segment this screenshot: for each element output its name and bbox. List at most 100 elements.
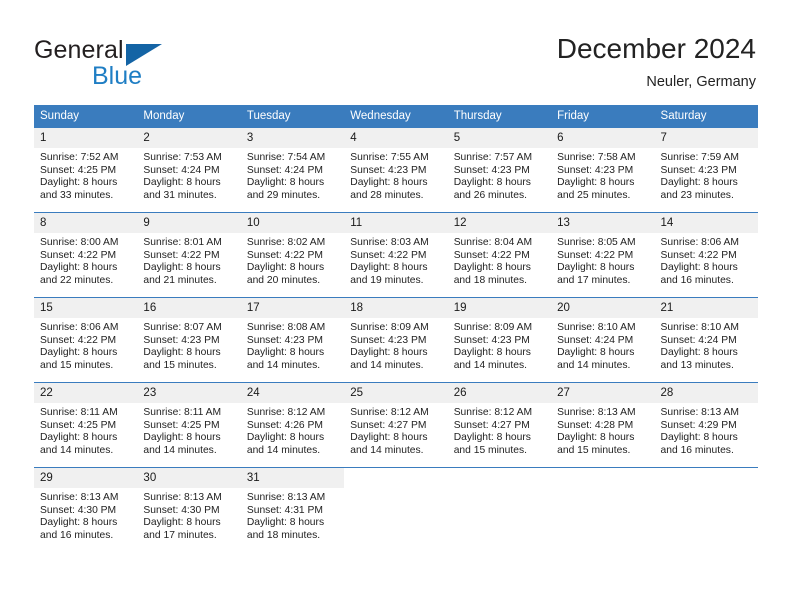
calendar-day-cell[interactable]: 24 Sunrise: 8:12 AM Sunset: 4:26 PM Dayligh… (240, 382, 345, 468)
calendar-day-cell[interactable]: 15 Sunrise: 8:06 AM Sunset: 4:22 PM Dayligh… (34, 297, 138, 383)
calendar-day-cell[interactable]: 19 Sunrise: 8:09 AM Sunset: 4:23 PM Dayligh… (447, 297, 552, 383)
sunset-text: Sunset: 4:24 PM (246, 164, 323, 176)
calendar-day-cell[interactable]: 6 Sunrise: 7:58 AM Sunset: 4:23 PM Daylight… (551, 128, 655, 213)
sunset-text: Sunset: 4:22 PM (453, 249, 530, 261)
calendar-day-cell[interactable]: 26 Sunrise: 8:12 AM Sunset: 4:27 PM Dayligh… (447, 382, 552, 468)
calendar-day-cell[interactable]: 9 Sunrise: 8:01 AM Sunset: 4:22 PM Daylight… (137, 212, 241, 298)
sunset-text: Sunset: 4:28 PM (557, 419, 634, 431)
day-number: 7 (654, 128, 758, 148)
calendar-day-cell[interactable]: 21 Sunrise: 8:10 AM Sunset: 4:24 PM Dayligh… (654, 297, 758, 383)
daylight-text: Daylight: 8 hours (557, 262, 635, 274)
weekday-header-thursday: Thursday (447, 105, 552, 128)
calendar-day-cell-empty (447, 467, 552, 552)
day-details: Sunrise: 8:13 AM Sunset: 4:29 PM Daylight:… (655, 403, 758, 457)
day-cell-inner: 18 Sunrise: 8:09 AM Sunset: 4:23 PM Dayligh… (344, 298, 448, 382)
day-details: Sunrise: 8:11 AM Sunset: 4:25 PM Daylight:… (137, 403, 240, 457)
calendar-day-cell[interactable]: 25 Sunrise: 8:12 AM Sunset: 4:27 PM Dayligh… (344, 382, 448, 468)
sunset-text: Sunset: 4:25 PM (40, 419, 117, 431)
daylight-text: Daylight: 8 hours (246, 262, 325, 274)
day-cell-inner (551, 468, 655, 552)
day-number: 6 (551, 128, 655, 148)
day-details: Sunrise: 8:08 AM Sunset: 4:23 PM Daylight:… (241, 318, 344, 372)
weekday-header-tuesday: Tuesday (240, 105, 345, 128)
daylight-text: Daylight: 8 hours (246, 177, 325, 189)
daylight-text: and 21 minutes. (143, 274, 217, 286)
day-number: 19 (447, 298, 552, 318)
calendar-day-cell[interactable]: 16 Sunrise: 8:07 AM Sunset: 4:23 PM Dayligh… (137, 297, 241, 383)
calendar-day-cell[interactable]: 8 Sunrise: 8:00 AM Sunset: 4:22 PM Daylight… (34, 212, 138, 298)
sunset-text: Sunset: 4:22 PM (557, 249, 634, 261)
calendar-day-cell[interactable]: 22 Sunrise: 8:11 AM Sunset: 4:25 PM Dayligh… (34, 382, 138, 468)
calendar-day-cell[interactable]: 20 Sunrise: 8:10 AM Sunset: 4:24 PM Dayligh… (551, 297, 655, 383)
sunset-text: Sunset: 4:30 PM (143, 504, 220, 516)
sunrise-text: Sunrise: 8:06 AM (660, 237, 739, 248)
daylight-text: Daylight: 8 hours (660, 432, 738, 444)
sunset-text: Sunset: 4:31 PM (246, 504, 323, 516)
sunset-text: Sunset: 4:23 PM (246, 334, 323, 346)
calendar-day-cell[interactable]: 13 Sunrise: 8:05 AM Sunset: 4:22 PM Dayligh… (551, 212, 655, 298)
sunrise-text: Sunrise: 8:06 AM (40, 322, 119, 333)
daylight-text: and 29 minutes. (246, 189, 321, 201)
sunset-text: Sunset: 4:27 PM (350, 419, 427, 431)
sunrise-text: Sunrise: 8:01 AM (143, 237, 222, 248)
daylight-text: and 14 minutes. (453, 359, 527, 371)
day-details: Sunrise: 8:13 AM Sunset: 4:30 PM Daylight:… (137, 488, 240, 542)
sunrise-text: Sunrise: 7:57 AM (453, 152, 533, 163)
day-number: 10 (240, 213, 345, 233)
calendar-day-cell[interactable]: 4 Sunrise: 7:55 AM Sunset: 4:23 PM Daylight… (344, 128, 448, 213)
day-cell-inner (344, 468, 448, 552)
day-details: Sunrise: 7:58 AM Sunset: 4:23 PM Daylight:… (551, 148, 654, 202)
daylight-text: and 15 minutes. (40, 359, 114, 371)
calendar-day-cell[interactable]: 10 Sunrise: 8:02 AM Sunset: 4:22 PM Dayligh… (240, 212, 345, 298)
day-number: 8 (34, 213, 138, 233)
calendar-day-cell[interactable]: 27 Sunrise: 8:13 AM Sunset: 4:28 PM Dayligh… (551, 382, 655, 468)
daylight-text: and 14 minutes. (40, 444, 114, 456)
day-details: Sunrise: 8:09 AM Sunset: 4:23 PM Daylight:… (448, 318, 551, 372)
calendar-day-cell[interactable]: 23 Sunrise: 8:11 AM Sunset: 4:25 PM Dayligh… (137, 382, 241, 468)
sunrise-text: Sunrise: 7:54 AM (246, 152, 326, 163)
sunset-text: Sunset: 4:29 PM (660, 419, 737, 431)
day-number: 17 (240, 298, 345, 318)
calendar-day-cell[interactable]: 14 Sunrise: 8:06 AM Sunset: 4:22 PM Dayligh… (654, 212, 758, 298)
sunrise-text: Sunrise: 8:13 AM (557, 407, 636, 418)
calendar-day-cell[interactable]: 5 Sunrise: 7:57 AM Sunset: 4:23 PM Daylight… (447, 128, 552, 213)
calendar-day-cell[interactable]: 29 Sunrise: 8:13 AM Sunset: 4:30 PM Dayligh… (34, 467, 138, 552)
calendar-day-cell[interactable]: 18 Sunrise: 8:09 AM Sunset: 4:23 PM Dayligh… (344, 297, 448, 383)
sunrise-text: Sunrise: 8:13 AM (246, 492, 326, 503)
calendar-week-row: 1 Sunrise: 7:52 AM Sunset: 4:25 PM Daylight… (34, 128, 758, 213)
sunrise-text: Sunrise: 8:13 AM (143, 492, 222, 503)
general-blue-logo[interactable]: General Blue (34, 36, 264, 90)
daylight-text: and 18 minutes. (246, 529, 321, 541)
calendar-day-cell[interactable]: 7 Sunrise: 7:59 AM Sunset: 4:23 PM Daylight… (654, 128, 758, 213)
sunrise-text: Sunrise: 7:53 AM (143, 152, 222, 163)
sunset-text: Sunset: 4:22 PM (40, 334, 117, 346)
day-number: 30 (137, 468, 241, 488)
calendar-day-cell[interactable]: 31 Sunrise: 8:13 AM Sunset: 4:31 PM Dayligh… (240, 467, 345, 552)
day-cell-inner: 31 Sunrise: 8:13 AM Sunset: 4:31 PM Dayligh… (240, 468, 345, 552)
calendar-day-cell[interactable]: 12 Sunrise: 8:04 AM Sunset: 4:22 PM Dayligh… (447, 212, 552, 298)
calendar-day-cell[interactable]: 1 Sunrise: 7:52 AM Sunset: 4:25 PM Daylight… (34, 128, 138, 213)
calendar-day-cell[interactable]: 28 Sunrise: 8:13 AM Sunset: 4:29 PM Dayligh… (654, 382, 758, 468)
daylight-text: and 22 minutes. (40, 274, 114, 286)
sunrise-text: Sunrise: 8:12 AM (246, 407, 326, 418)
calendar-day-cell[interactable]: 17 Sunrise: 8:08 AM Sunset: 4:23 PM Dayligh… (240, 297, 345, 383)
day-number: 25 (344, 383, 448, 403)
day-number: 20 (551, 298, 655, 318)
day-cell-inner: 19 Sunrise: 8:09 AM Sunset: 4:23 PM Dayligh… (447, 298, 552, 382)
day-number: 15 (34, 298, 138, 318)
calendar-day-cell[interactable]: 3 Sunrise: 7:54 AM Sunset: 4:24 PM Daylight… (240, 128, 345, 213)
sunset-text: Sunset: 4:23 PM (350, 164, 427, 176)
sunrise-text: Sunrise: 8:12 AM (350, 407, 429, 418)
day-details: Sunrise: 8:12 AM Sunset: 4:27 PM Daylight:… (448, 403, 551, 457)
daylight-text: Daylight: 8 hours (246, 347, 325, 359)
calendar-day-cell[interactable]: 2 Sunrise: 7:53 AM Sunset: 4:24 PM Daylight… (137, 128, 241, 213)
calendar-day-cell[interactable]: 11 Sunrise: 8:03 AM Sunset: 4:22 PM Dayligh… (344, 212, 448, 298)
day-details: Sunrise: 8:01 AM Sunset: 4:22 PM Daylight:… (137, 233, 240, 287)
calendar-day-cell[interactable]: 30 Sunrise: 8:13 AM Sunset: 4:30 PM Dayligh… (137, 467, 241, 552)
sunset-text: Sunset: 4:30 PM (40, 504, 117, 516)
calendar-day-cell-empty (654, 467, 758, 552)
day-cell-inner: 7 Sunrise: 7:59 AM Sunset: 4:23 PM Daylight… (654, 128, 758, 212)
daylight-text: Daylight: 8 hours (557, 347, 635, 359)
day-number: 22 (34, 383, 138, 403)
sunrise-text: Sunrise: 8:07 AM (143, 322, 222, 333)
